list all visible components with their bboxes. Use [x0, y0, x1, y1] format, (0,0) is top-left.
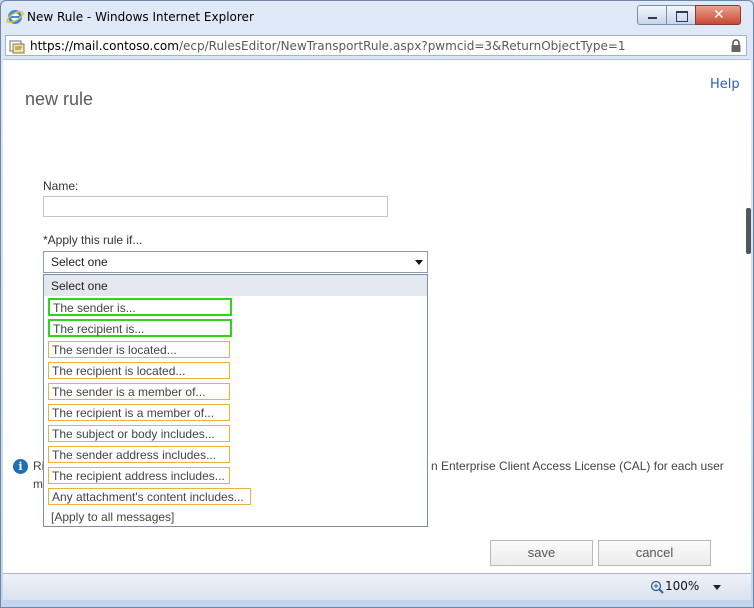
minimize-icon — [648, 17, 657, 19]
window-title: New Rule - Windows Internet Explorer — [27, 10, 254, 24]
dropdown-option-select-one[interactable]: Select one — [44, 275, 427, 296]
title-bar: New Rule - Windows Internet Explorer ✕ — [1, 1, 753, 33]
url-field[interactable]: https://mail.contoso.com/ecp/RulesEditor… — [5, 35, 747, 56]
zoom-icon[interactable] — [650, 580, 664, 594]
condition-select[interactable]: Select one — [43, 251, 428, 273]
dropdown-option-sender-is[interactable]: The sender is... — [48, 298, 232, 316]
address-bar: https://mail.contoso.com/ecp/RulesEditor… — [1, 33, 753, 59]
dropdown-option-subject-body-includes[interactable]: The subject or body includes... — [48, 425, 230, 442]
scrollbar-thumb[interactable] — [746, 208, 751, 254]
dropdown-option-recipient-member-of[interactable]: The recipient is a member of... — [48, 404, 230, 421]
status-bar: 100% — [3, 573, 751, 600]
condition-select-value: Select one — [51, 255, 108, 269]
minimize-button[interactable] — [637, 5, 667, 25]
dropdown-option-sender-address-includes[interactable]: The sender address includes... — [48, 446, 230, 463]
zoom-dropdown-arrow-icon[interactable] — [713, 585, 721, 590]
page-title: new rule — [25, 89, 94, 109]
maximize-icon — [676, 11, 688, 22]
apply-rule-label: *Apply this rule if... — [43, 233, 143, 247]
lock-icon[interactable] — [730, 39, 742, 53]
info-text-fragment-2: m — [33, 477, 43, 491]
ie-logo-icon — [6, 10, 24, 24]
url-path: /ecp/RulesEditor/NewTransportRule.aspx?p… — [178, 39, 626, 53]
cancel-button[interactable]: cancel — [598, 540, 711, 566]
dropdown-option-recipient-located[interactable]: The recipient is located... — [48, 362, 230, 379]
dropdown-option-sender-located[interactable]: The sender is located... — [48, 341, 230, 358]
condition-dropdown-list: Select one The sender is... The recipien… — [43, 274, 428, 527]
info-icon: i — [13, 459, 28, 474]
close-icon: ✕ — [713, 7, 725, 23]
dropdown-option-sender-member-of[interactable]: The sender is a member of... — [48, 383, 230, 400]
name-label: Name: — [43, 179, 79, 193]
page-icon — [9, 40, 25, 54]
dropdown-option-attachment-content-includes[interactable]: Any attachment's content includes... — [48, 488, 251, 505]
dropdown-option-recipient-is[interactable]: The recipient is... — [48, 319, 232, 337]
url-text: https://mail.contoso.com/ecp/RulesEditor… — [30, 39, 626, 53]
name-input[interactable] — [43, 196, 388, 217]
dropdown-arrow-icon[interactable] — [415, 260, 423, 265]
close-button[interactable]: ✕ — [695, 5, 741, 25]
browser-window: New Rule - Windows Internet Explorer ✕ h… — [0, 0, 754, 608]
dropdown-option-apply-to-all[interactable]: [Apply to all messages] — [48, 509, 268, 526]
url-domain: https://mail.contoso.com — [30, 39, 179, 53]
maximize-button[interactable] — [666, 5, 696, 25]
page-content: Help new rule Name: *Apply this rule if.… — [3, 59, 751, 574]
info-text: n Enterprise Client Access License (CAL)… — [431, 459, 724, 473]
dropdown-option-recipient-address-includes[interactable]: The recipient address includes... — [48, 467, 230, 484]
help-link[interactable]: Help — [710, 77, 740, 92]
zoom-level[interactable]: 100% — [665, 579, 699, 593]
save-button[interactable]: save — [490, 540, 593, 566]
